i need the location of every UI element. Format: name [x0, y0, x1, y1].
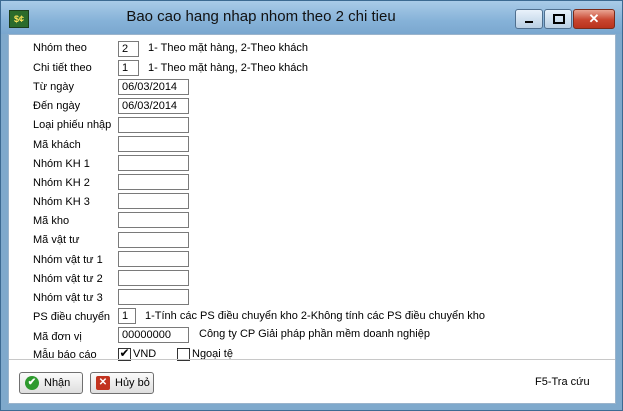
nhom-kh-2-input[interactable] [118, 174, 189, 190]
ma-vat-tu-label: Mã vật tư [33, 234, 80, 246]
ok-check-icon: ✔ [25, 376, 39, 390]
nhom-vat-tu-3-input[interactable] [118, 289, 189, 305]
ma-don-vi-label: Mã đơn vị [33, 331, 82, 343]
tu-ngay-input[interactable] [118, 79, 189, 95]
cancel-button[interactable]: ✕ Hủy bỏ [90, 372, 154, 394]
ma-khach-input[interactable] [118, 136, 189, 152]
form-panel: Nhóm theo 1- Theo mặt hàng, 2-Theo khách… [8, 34, 616, 404]
close-button[interactable]: ✕ [573, 9, 615, 29]
ok-button[interactable]: ✔ Nhận [19, 372, 83, 394]
nhom-vat-tu-2-label: Nhóm vật tư 2 [33, 273, 103, 285]
minimize-icon [525, 21, 533, 23]
ma-vat-tu-input[interactable] [118, 232, 189, 248]
nhom-kh-1-input[interactable] [118, 155, 189, 171]
title-bar[interactable]: $¢ Bao cao hang nhap nhom theo 2 chi tie… [1, 1, 622, 34]
ps-dieu-chuyen-label: PS điều chuyển [33, 311, 111, 323]
chi-tiet-theo-hint: 1- Theo mặt hàng, 2-Theo khách [148, 62, 309, 74]
nhom-kh-3-label: Nhóm KH 3 [33, 196, 90, 208]
cancel-x-icon: ✕ [96, 376, 110, 390]
window-title: Bao cao hang nhap nhom theo 2 chi tieu [126, 8, 396, 25]
maximize-button[interactable] [544, 9, 572, 29]
ma-kho-label: Mã kho [33, 215, 70, 227]
ps-dieu-chuyen-input[interactable] [118, 308, 136, 324]
divider [9, 359, 615, 360]
chi-tiet-theo-input[interactable] [118, 60, 139, 76]
ma-don-vi-input[interactable] [118, 327, 189, 343]
chi-tiet-theo-label: Chi tiết theo [33, 62, 92, 74]
nhom-theo-hint: 1- Theo mặt hàng, 2-Theo khách [148, 42, 309, 54]
nhom-vat-tu-3-label: Nhóm vật tư 3 [33, 292, 103, 304]
cancel-button-label: Hủy bỏ [115, 377, 150, 389]
nhom-vat-tu-2-input[interactable] [118, 270, 189, 286]
maximize-icon [553, 14, 565, 24]
nhom-theo-input[interactable] [118, 41, 139, 57]
den-ngay-input[interactable] [118, 98, 189, 114]
loai-phieu-nhap-label: Loại phiếu nhập [33, 119, 112, 131]
dialog-window: $¢ Bao cao hang nhap nhom theo 2 chi tie… [0, 0, 623, 411]
f5-lookup-hint: F5-Tra cứu [535, 376, 590, 388]
nhom-kh-1-label: Nhóm KH 1 [33, 158, 90, 170]
ma-khach-label: Mã khách [33, 139, 81, 151]
nhom-kh-3-input[interactable] [118, 193, 189, 209]
close-icon: ✕ [588, 11, 600, 26]
den-ngay-label: Đến ngày [33, 100, 81, 112]
nhom-vat-tu-1-input[interactable] [118, 251, 189, 267]
minimize-button[interactable] [515, 9, 543, 29]
nhom-theo-label: Nhóm theo [33, 42, 87, 54]
tu-ngay-label: Từ ngày [33, 81, 74, 93]
ok-button-label: Nhận [44, 377, 71, 389]
ma-don-vi-hint: Công ty CP Giải pháp phần mềm doanh nghi… [199, 328, 430, 340]
nhom-kh-2-label: Nhóm KH 2 [33, 177, 90, 189]
ma-kho-input[interactable] [118, 212, 189, 228]
checkmark-icon: ✔ [119, 346, 130, 360]
ps-dieu-chuyen-hint: 1-Tính các PS điều chuyển kho 2-Không tí… [145, 310, 485, 322]
nhom-vat-tu-1-label: Nhóm vật tư 1 [33, 254, 103, 266]
loai-phieu-nhap-input[interactable] [118, 117, 189, 133]
